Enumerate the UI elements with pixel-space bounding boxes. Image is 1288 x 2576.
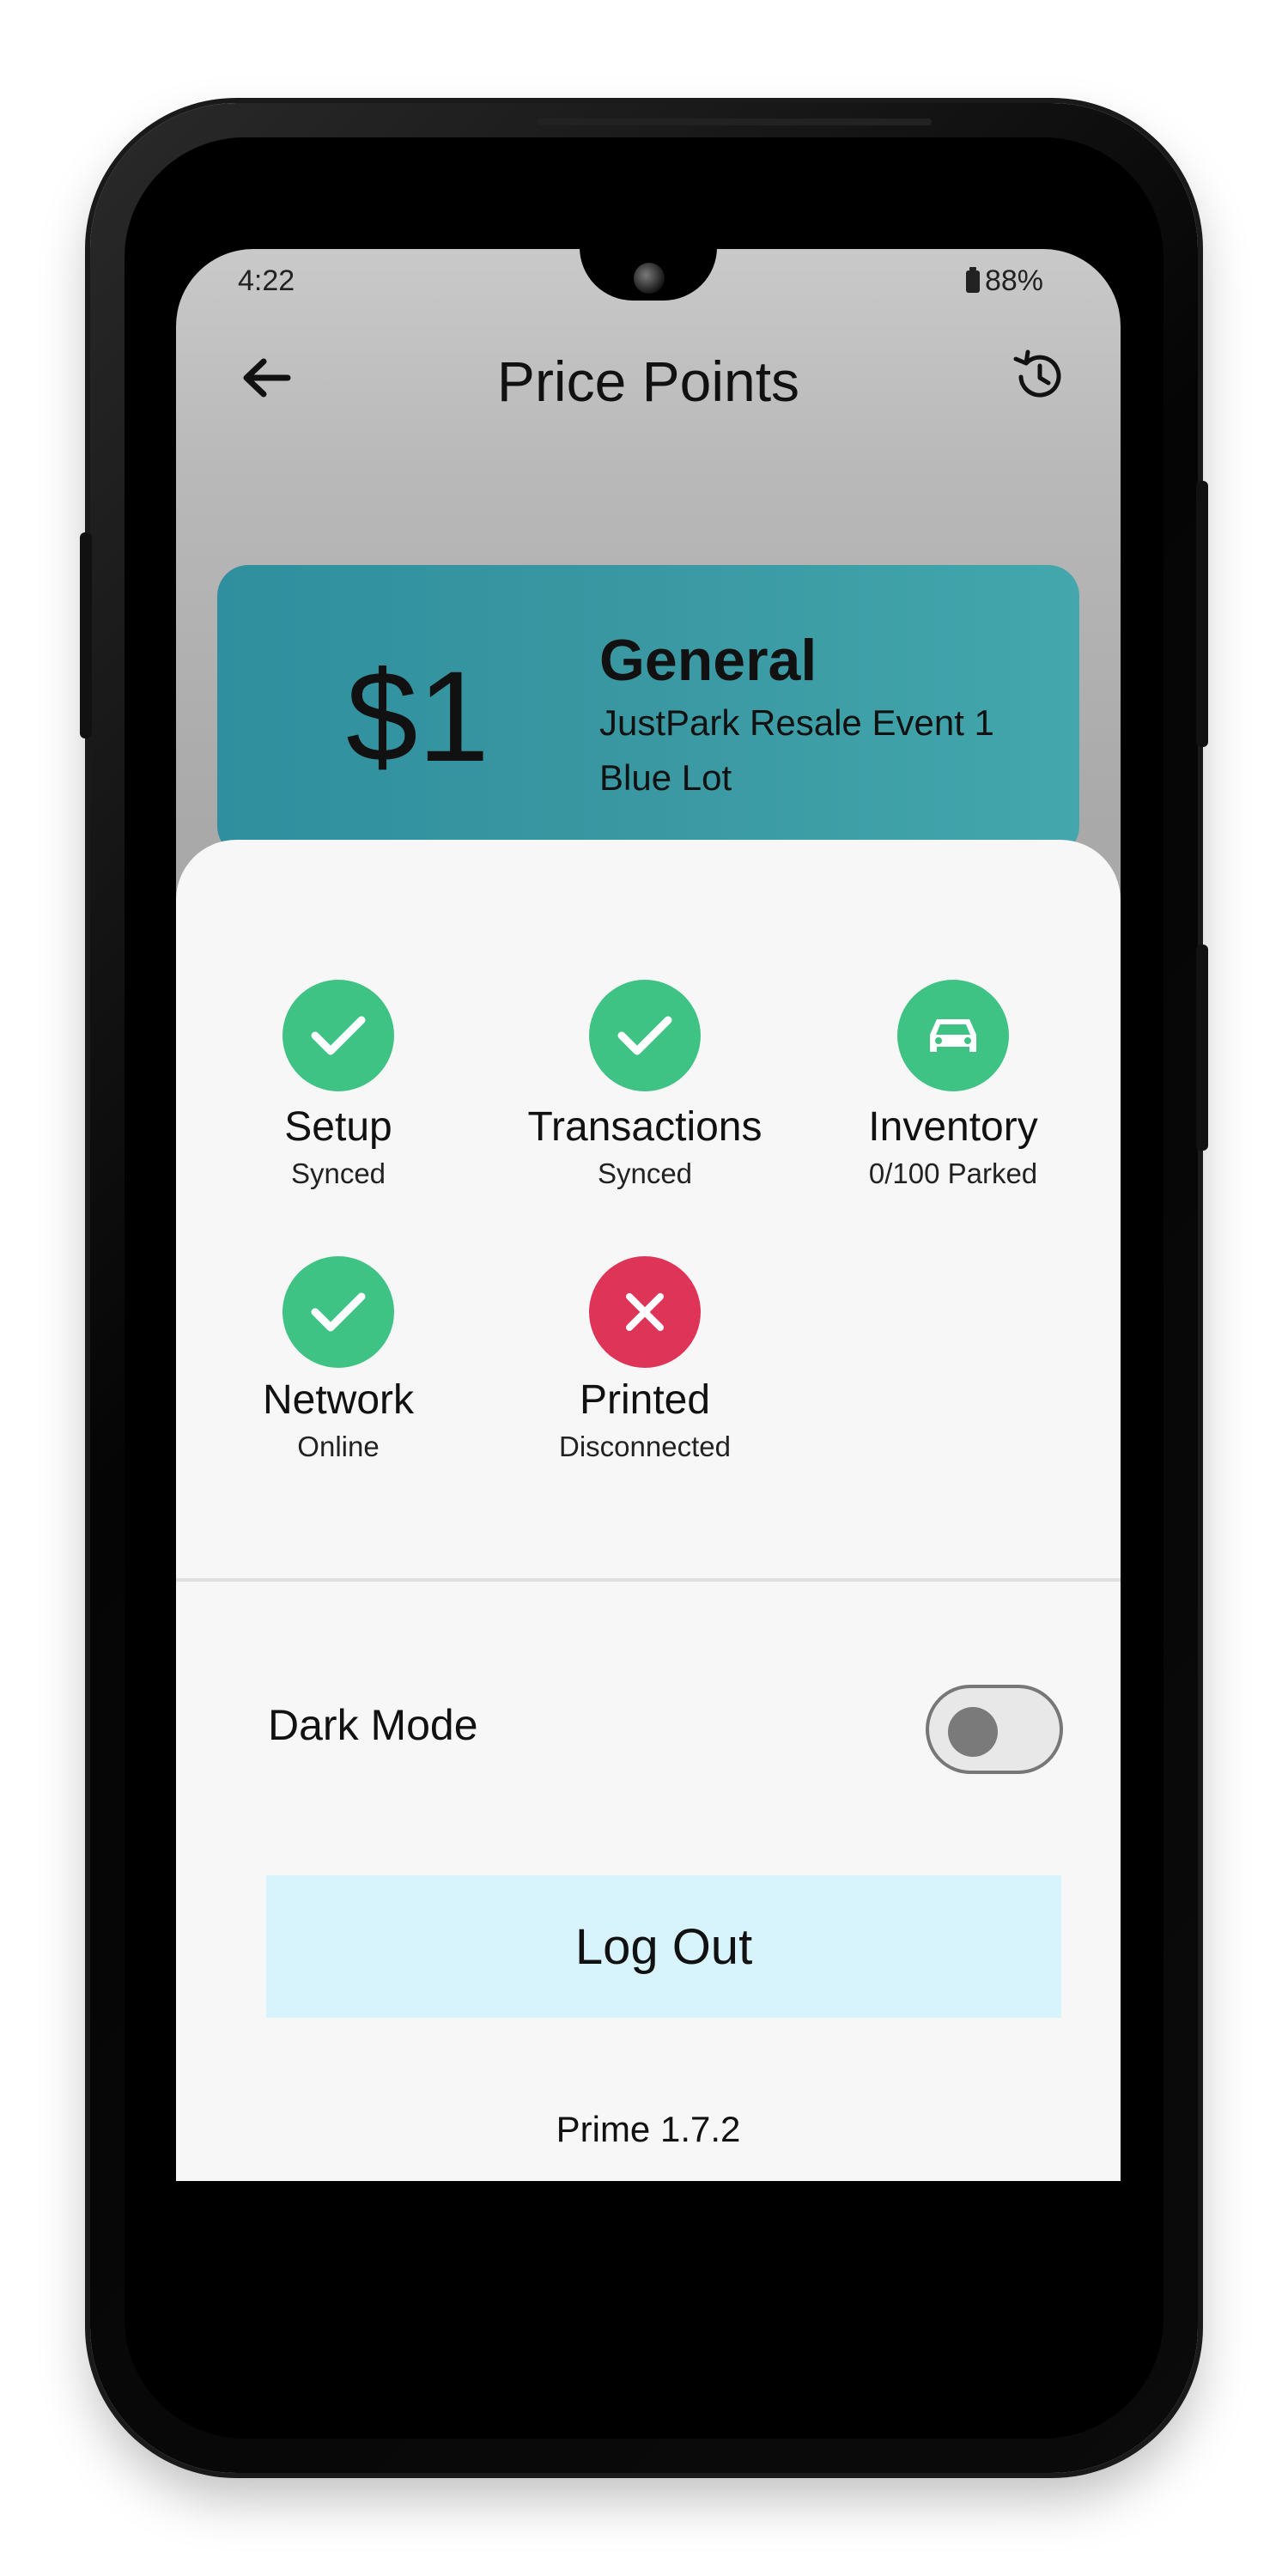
front-camera bbox=[634, 263, 665, 294]
side-button-power bbox=[1196, 481, 1208, 747]
status-ok-circle bbox=[897, 980, 1009, 1091]
status-subtitle: Synced bbox=[290, 1157, 386, 1189]
status-subtitle: Synced bbox=[597, 1157, 693, 1189]
dark-mode-label: Dark Mode bbox=[268, 1701, 478, 1749]
page-title: Price Points bbox=[496, 349, 800, 413]
status-title: Setup bbox=[284, 1104, 392, 1150]
status-subtitle: 0/100 Parked bbox=[868, 1157, 1038, 1189]
status-error-circle bbox=[589, 1256, 701, 1368]
check-icon bbox=[311, 1016, 366, 1055]
status-ok-circle bbox=[283, 1256, 394, 1368]
app-version: Prime 1.7.2 bbox=[556, 2109, 741, 2149]
status-subtitle: Online bbox=[297, 1431, 380, 1462]
status-battery: 88% bbox=[965, 264, 1043, 298]
price-point-card[interactable]: $1 General JustPark Resale Event 1 Blue … bbox=[217, 565, 1079, 857]
status-title: Transactions bbox=[527, 1104, 762, 1150]
status-setup: Setup Synced bbox=[184, 980, 493, 1190]
app-screen: 4:22 88% Price Points $1 General JustPar… bbox=[176, 249, 1121, 2181]
price-event: JustPark Resale Event 1 bbox=[599, 702, 994, 743]
status-printed: Printed Disconnected bbox=[490, 1256, 799, 1463]
earpiece bbox=[537, 118, 932, 125]
history-icon bbox=[1013, 349, 1061, 398]
app-bar: Price Points bbox=[176, 326, 1121, 429]
status-title: Inventory bbox=[868, 1104, 1038, 1150]
side-button-volume bbox=[1196, 945, 1208, 1151]
price-lot: Blue Lot bbox=[599, 757, 732, 798]
status-ok-circle bbox=[283, 980, 394, 1091]
logout-button[interactable]: Log Out bbox=[266, 1875, 1061, 2018]
status-title: Network bbox=[262, 1377, 415, 1423]
settings-divider bbox=[176, 1578, 1121, 1582]
price-name: General bbox=[599, 628, 817, 693]
status-subtitle: Disconnected bbox=[559, 1431, 731, 1462]
battery-percent: 88% bbox=[984, 264, 1043, 297]
status-ok-circle bbox=[589, 980, 701, 1091]
close-icon bbox=[626, 1293, 664, 1331]
status-network: Network Online bbox=[184, 1256, 493, 1463]
car-icon bbox=[930, 1019, 976, 1052]
check-icon bbox=[311, 1292, 366, 1332]
status-transactions: Transactions Synced bbox=[490, 980, 799, 1190]
side-button-left bbox=[80, 532, 92, 738]
history-button[interactable] bbox=[1009, 347, 1069, 407]
battery-icon bbox=[965, 266, 980, 293]
dark-mode-toggle[interactable] bbox=[926, 1685, 1063, 1774]
toggle-knob bbox=[948, 1707, 998, 1757]
status-time: 4:22 bbox=[238, 264, 295, 297]
status-inventory: Inventory 0/100 Parked bbox=[799, 980, 1108, 1190]
check-icon bbox=[617, 1016, 672, 1055]
price-amount: $1 bbox=[346, 644, 489, 788]
status-title: Printed bbox=[579, 1377, 711, 1423]
